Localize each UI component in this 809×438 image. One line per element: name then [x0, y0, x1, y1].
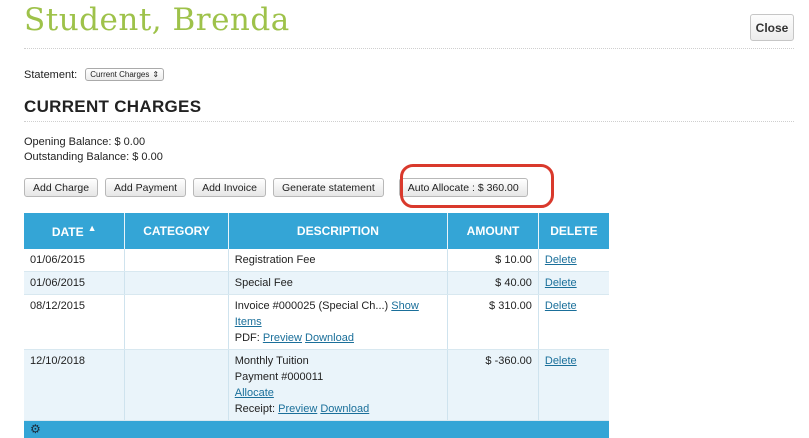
cell-amount: $ 310.00	[448, 295, 539, 350]
cell-delete: Delete	[538, 295, 609, 350]
statement-select[interactable]: Current Charges ⇕	[85, 68, 164, 81]
table-row: 01/06/2015 Registration Fee $ 10.00 Dele…	[24, 249, 609, 272]
table-footer: ⚙	[24, 421, 609, 438]
cell-description: Special Fee	[228, 272, 447, 295]
cell-amount: $ 40.00	[448, 272, 539, 295]
payment-number: Payment #000011	[235, 369, 441, 385]
add-payment-button[interactable]: Add Payment	[105, 178, 186, 197]
gear-icon[interactable]: ⚙	[24, 422, 41, 436]
table-row: 08/12/2015 Invoice #000025 (Special Ch..…	[24, 295, 609, 350]
table-row: 01/06/2015 Special Fee $ 40.00 Delete	[24, 272, 609, 295]
cell-amount: $ 10.00	[448, 249, 539, 272]
add-charge-button[interactable]: Add Charge	[24, 178, 98, 197]
cell-date: 12/10/2018	[24, 350, 125, 421]
cell-description: Monthly Tuition Payment #000011 Allocate…	[228, 350, 447, 421]
divider	[24, 48, 794, 49]
balances: Opening Balance: $ 0.00 Outstanding Bala…	[24, 135, 163, 165]
statement-label: Statement:	[24, 69, 77, 81]
table-header-row: DATE ▲ CATEGORY DESCRIPTION AMOUNT DELETE	[24, 213, 609, 249]
cell-date: 01/06/2015	[24, 249, 125, 272]
section-divider	[24, 121, 794, 122]
cell-amount: $ -360.00	[448, 350, 539, 421]
sort-ascending-icon: ▲	[88, 223, 97, 233]
cell-category	[125, 272, 228, 295]
statement-selected-value: Current Charges	[90, 70, 149, 79]
section-title: CURRENT CHARGES	[24, 97, 201, 117]
column-header-date[interactable]: DATE ▲	[24, 213, 125, 249]
cell-date: 08/12/2015	[24, 295, 125, 350]
cell-delete: Delete	[538, 249, 609, 272]
allocate-link[interactable]: Allocate	[235, 387, 274, 399]
add-invoice-button[interactable]: Add Invoice	[193, 178, 266, 197]
highlight-annotation	[400, 164, 554, 208]
cell-description: Invoice #000025 (Special Ch...) Show Ite…	[228, 295, 447, 350]
delete-link[interactable]: Delete	[545, 300, 577, 312]
cell-delete: Delete	[538, 350, 609, 421]
opening-balance: Opening Balance: $ 0.00	[24, 135, 163, 150]
cell-category	[125, 249, 228, 272]
column-header-date-label: DATE	[52, 225, 84, 239]
charges-table: DATE ▲ CATEGORY DESCRIPTION AMOUNT DELETE…	[24, 213, 609, 438]
column-header-category[interactable]: CATEGORY	[125, 213, 228, 249]
generate-statement-button[interactable]: Generate statement	[273, 178, 384, 197]
cell-description: Registration Fee	[228, 249, 447, 272]
delete-link[interactable]: Delete	[545, 277, 577, 289]
download-link[interactable]: Download	[305, 332, 354, 344]
updown-chevron-icon: ⇕	[152, 70, 159, 79]
cell-date: 01/06/2015	[24, 272, 125, 295]
pdf-label: PDF:	[235, 332, 260, 344]
table-row: 12/10/2018 Monthly Tuition Payment #0000…	[24, 350, 609, 421]
delete-link[interactable]: Delete	[545, 355, 577, 367]
download-link[interactable]: Download	[320, 403, 369, 415]
cell-category	[125, 295, 228, 350]
receipt-label: Receipt:	[235, 403, 275, 415]
delete-link[interactable]: Delete	[545, 254, 577, 266]
invoice-description: Invoice #000025 (Special Ch...)	[235, 300, 388, 312]
outstanding-balance: Outstanding Balance: $ 0.00	[24, 150, 163, 165]
column-header-amount[interactable]: AMOUNT	[448, 213, 539, 249]
cell-delete: Delete	[538, 272, 609, 295]
tuition-description: Monthly Tuition	[235, 353, 441, 369]
cell-category	[125, 350, 228, 421]
preview-link[interactable]: Preview	[263, 332, 302, 344]
statement-row: Statement: Current Charges ⇕	[24, 68, 164, 81]
close-button[interactable]: Close	[750, 14, 794, 41]
column-header-description[interactable]: DESCRIPTION	[228, 213, 447, 249]
preview-link[interactable]: Preview	[278, 403, 317, 415]
page-title: Student, Brenda	[24, 2, 290, 38]
column-header-delete: DELETE	[538, 213, 609, 249]
